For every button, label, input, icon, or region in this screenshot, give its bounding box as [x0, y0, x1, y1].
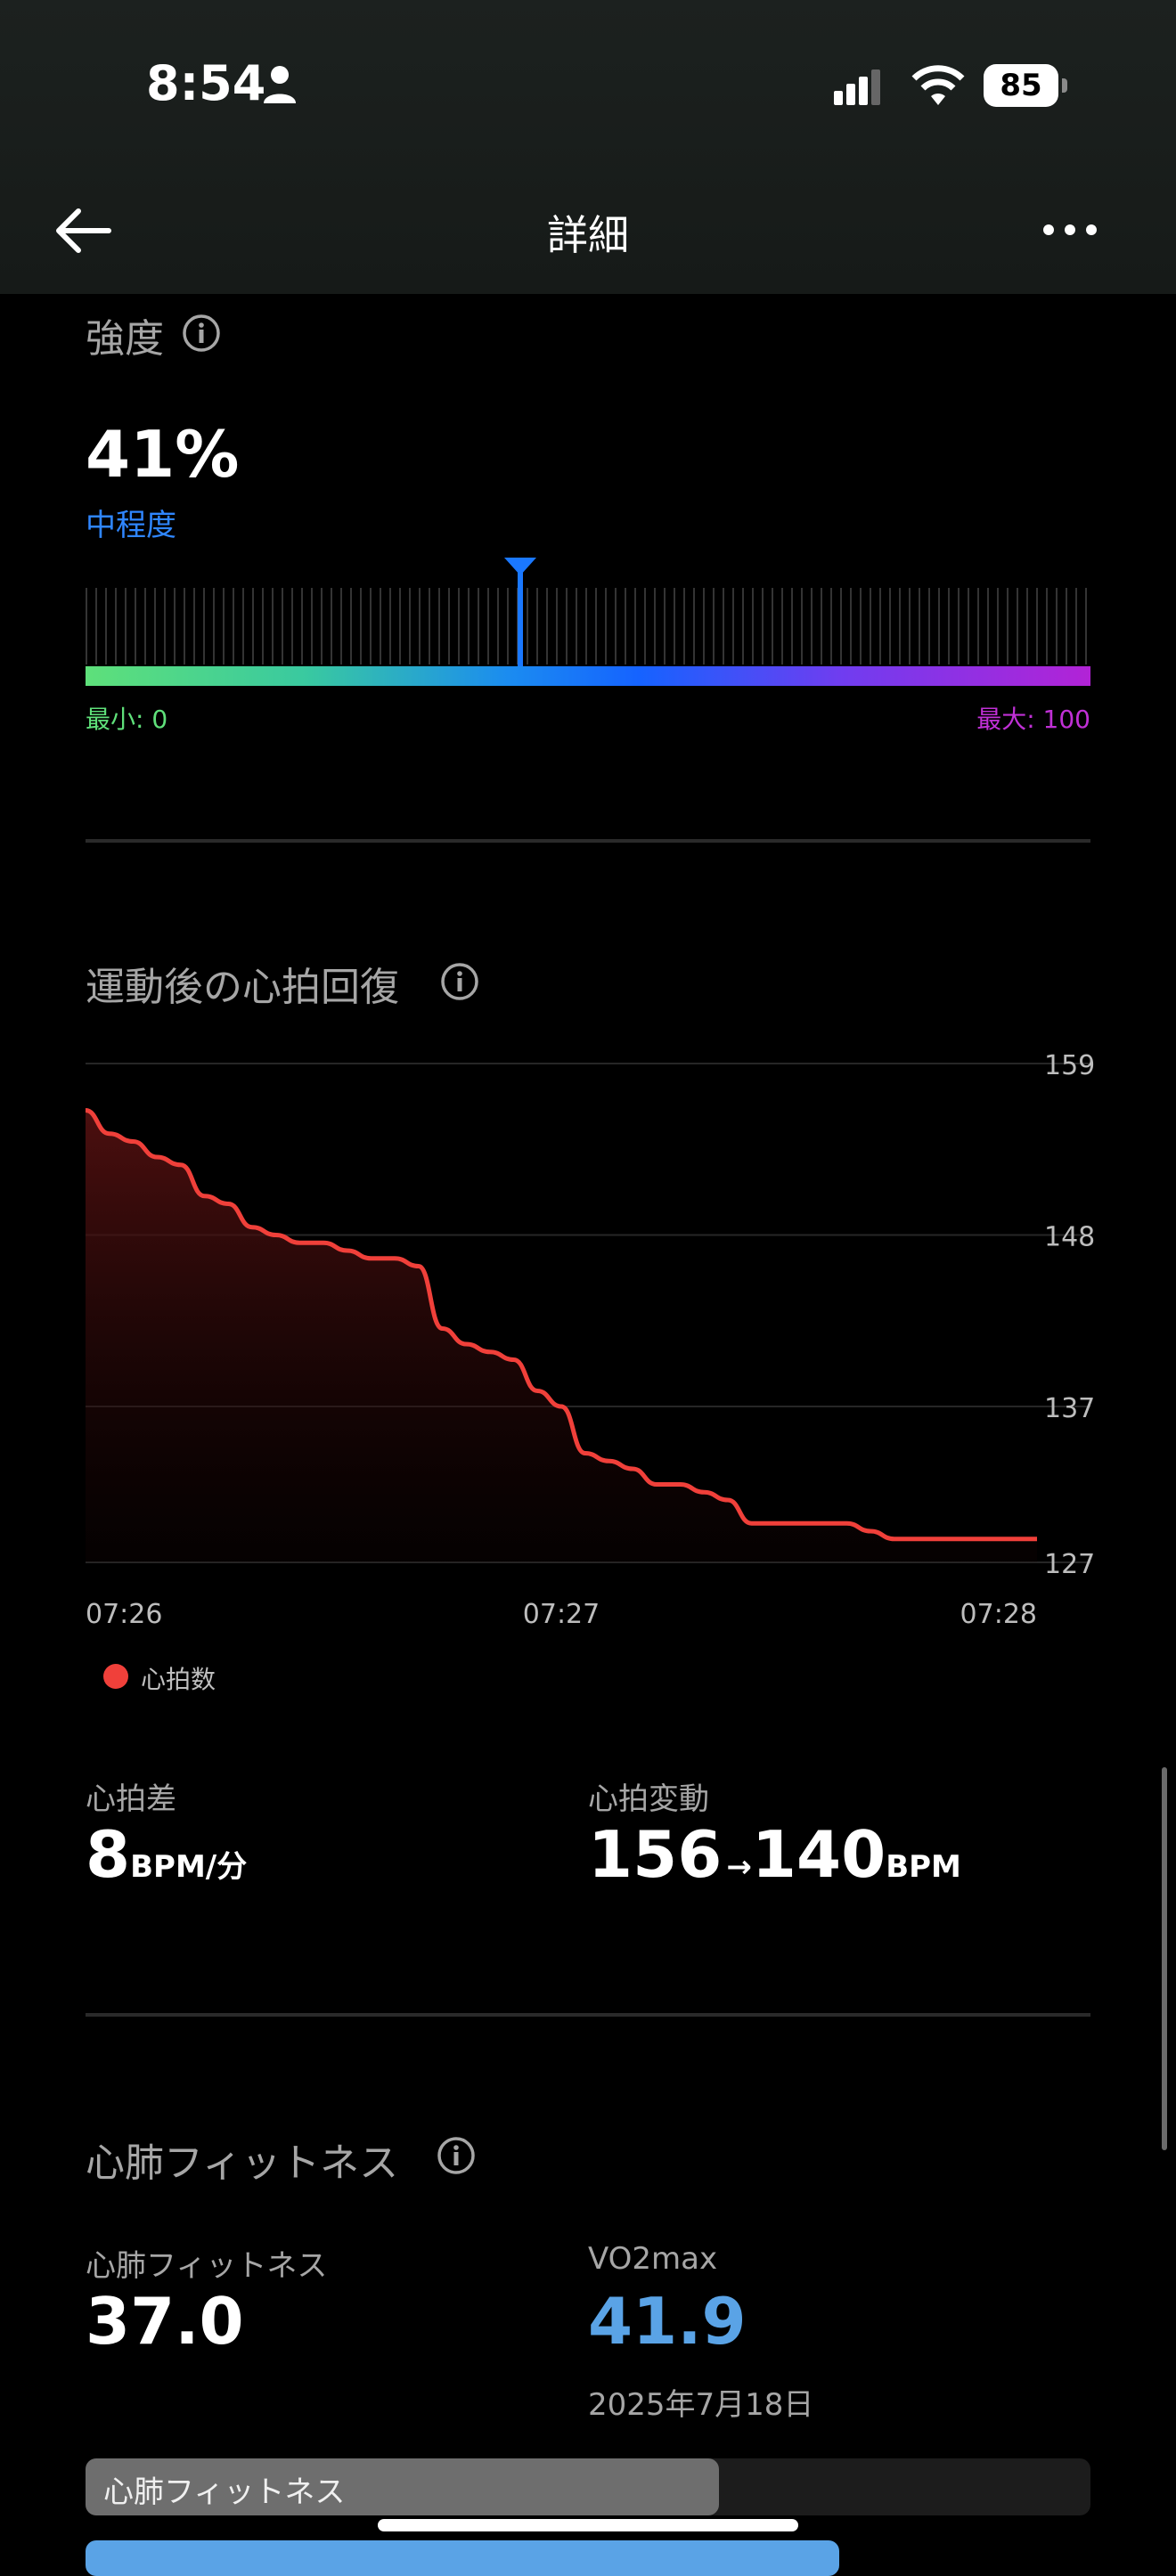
y-tick-label: 148: [1044, 1222, 1095, 1253]
hr-recovery-title: 運動後の心拍回復: [86, 965, 399, 1010]
intensity-gauge-ticks: [86, 588, 1090, 664]
fitness-label: 心肺フィットネス: [86, 2248, 328, 2284]
fitness-bar-label: 心肺フィットネス: [103, 2474, 346, 2510]
battery-indicator: 85: [984, 64, 1069, 107]
y-tick-label: 159: [1044, 1050, 1095, 1081]
hr-recovery-chart: 159 148 137 127 07:26 07:27 07:28: [85, 1050, 1095, 1630]
x-tick-label: 07:28: [960, 1599, 1037, 1630]
more-options-icon[interactable]: [1041, 212, 1099, 248]
x-tick-label: 07:26: [86, 1599, 162, 1630]
info-icon[interactable]: [182, 314, 221, 353]
hr-diff-stat: 8BPM/分: [86, 1817, 247, 1892]
fitness-title: 心肺フィットネス: [86, 2140, 399, 2186]
info-icon[interactable]: [440, 962, 479, 1001]
hr-diff-unit: BPM/分: [130, 1849, 248, 1885]
person-icon: [264, 66, 296, 103]
hr-change-to: 140: [751, 1817, 886, 1892]
hr-change-unit: BPM: [886, 1849, 961, 1885]
hr-change-from: 156: [588, 1817, 723, 1892]
top-bar: 8:54 85 詳細: [0, 0, 1176, 294]
page-title: 詳細: [547, 211, 629, 259]
hr-change-stat: 156 →140BPM: [588, 1817, 961, 1892]
hr-diff-value: 8: [86, 1817, 131, 1892]
wifi-icon: [911, 65, 965, 105]
y-tick-label: 137: [1044, 1393, 1095, 1424]
vo2-date: 2025年7月18日: [588, 2387, 814, 2423]
hr-area: [86, 1110, 1037, 1562]
section-divider: [86, 839, 1090, 843]
battery-level: 85: [984, 64, 1058, 107]
fitness-value: 37.0: [86, 2284, 244, 2359]
vo2-value: 41.9: [588, 2284, 747, 2359]
intensity-title: 強度: [86, 316, 164, 362]
home-indicator[interactable]: [378, 2519, 798, 2531]
cellular-signal-icon: [834, 69, 880, 105]
y-tick-label: 127: [1044, 1549, 1095, 1580]
x-tick-label: 07:27: [523, 1599, 600, 1630]
gauge-max-label: 最大: 100: [976, 705, 1090, 734]
intensity-gauge-bar: [86, 666, 1090, 686]
arrow-icon: →: [726, 1849, 752, 1885]
battery-tip: [1062, 78, 1067, 93]
hr-change-label: 心拍変動: [588, 1781, 709, 1817]
legend-dot-heart-rate: [103, 1664, 128, 1689]
info-icon[interactable]: [437, 2136, 476, 2175]
intensity-value: 41%: [86, 417, 240, 492]
vo2-bar: [86, 2540, 839, 2576]
hr-diff-label: 心拍差: [86, 1781, 176, 1817]
scrollbar[interactable]: [1162, 1767, 1167, 2150]
legend-heart-rate: 心拍数: [141, 1665, 216, 1694]
gauge-min-label: 最小: 0: [86, 705, 168, 734]
intensity-level: 中程度: [86, 508, 176, 543]
section-divider: [86, 2013, 1090, 2017]
intensity-marker: [504, 558, 537, 666]
vo2-label: VO2max: [588, 2241, 718, 2277]
status-time: 8:54: [146, 55, 266, 111]
